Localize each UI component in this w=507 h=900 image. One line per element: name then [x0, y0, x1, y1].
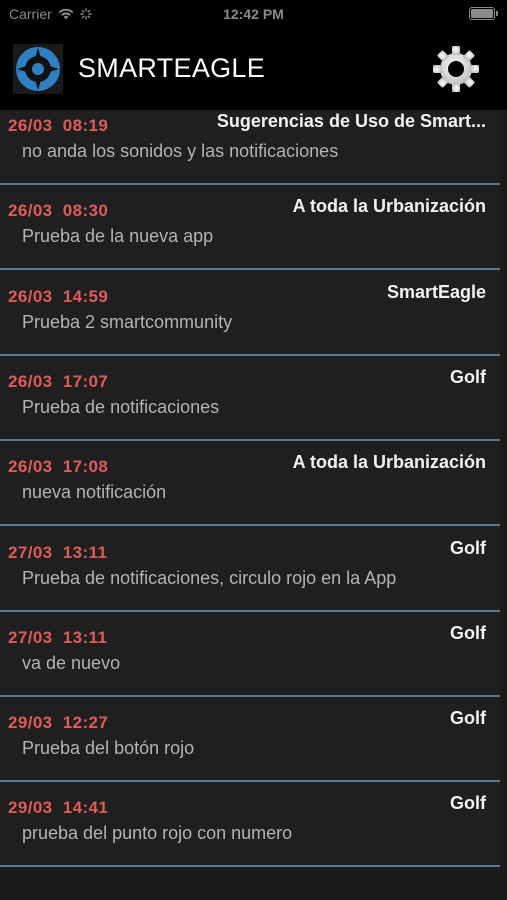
status-bar: Carrier 12:42 PM: [0, 0, 507, 28]
notification-row[interactable]: 27/03 13:11 Golf va de nuevo: [0, 612, 500, 697]
status-time: 12:42 PM: [223, 6, 284, 22]
notification-row[interactable]: 26/03 17:08 A toda la Urbanización nueva n…: [0, 441, 500, 527]
notification-date: 26/03 17:08: [8, 457, 109, 477]
notification-date: 26/03 14:59: [8, 286, 109, 306]
app-screen: Carrier 12:42 PM SMARTEAGLE 26/03 08:19 …: [0, 0, 507, 900]
notification-message: no anda los sonidos y las notificaciones: [22, 141, 339, 161]
notification-sender: Sugerencias de Uso de Smart...: [216, 111, 486, 131]
notification-date: 29/03 14:41: [8, 798, 109, 818]
notification-message: Prueba de la nueva app: [22, 226, 214, 247]
notification-message: Prueba de notificaciones, circulo rojo e…: [22, 567, 397, 588]
notification-sender: Golf: [450, 537, 486, 558]
bottom-area: [0, 868, 507, 900]
smarteagle-logo: [13, 44, 63, 94]
notification-date: 26/03 17:07: [8, 371, 109, 391]
notification-sender: Golf: [450, 366, 486, 387]
settings-button[interactable]: [429, 42, 483, 96]
notification-sender: A toda la Urbanización: [292, 452, 486, 473]
notification-message: Prueba 2 smartcommunity: [22, 311, 233, 332]
notification-sender: Golf: [450, 622, 486, 643]
notification-row[interactable]: 26/03 14:59 SmartEagle Prueba 2 smartcommu…: [0, 271, 500, 356]
notification-date: 26/03 08:19: [8, 116, 109, 135]
notification-row[interactable]: 26/03 08:30 A toda la Urbanización Prueba …: [0, 185, 500, 271]
notification-row[interactable]: 26/03 17:07 Golf Prueba de notificaciones: [0, 356, 500, 441]
notification-sender: A toda la Urbanización: [292, 196, 486, 217]
notification-message: va de nuevo: [22, 652, 121, 673]
notification-message: Prueba de notificaciones: [22, 396, 220, 417]
list-scroll-edge: [500, 110, 507, 868]
notification-sender: Golf: [450, 793, 486, 814]
notification-date: 27/03 13:11: [8, 627, 108, 647]
notification-row[interactable]: 26/03 08:19 Sugerencias de Uso de Smart..…: [0, 110, 500, 185]
gear-icon: [433, 46, 479, 92]
notification-message: Prueba del botón rojo: [22, 738, 195, 759]
notification-message: nueva notificación: [22, 482, 167, 503]
app-title: SMARTEAGLE: [78, 53, 266, 83]
battery-icon: [469, 7, 498, 20]
notification-list[interactable]: 26/03 08:19 Sugerencias de Uso de Smart..…: [0, 110, 500, 868]
notification-row[interactable]: 29/03 14:41 Golf prueba del punto rojo con…: [0, 782, 500, 868]
notification-message: prueba del punto rojo con numero: [22, 823, 293, 844]
notification-sender: SmartEagle: [386, 281, 486, 302]
notification-date: 29/03 12:27: [8, 713, 109, 733]
notification-sender: Golf: [450, 708, 486, 729]
notification-row[interactable]: 27/03 13:11 Golf Prueba de notificaciones,…: [0, 527, 500, 612]
notification-date: 26/03 08:30: [8, 201, 109, 221]
notification-row[interactable]: 29/03 12:27 Golf Prueba del botón rojo: [0, 697, 500, 783]
nav-bar: SMARTEAGLE: [0, 28, 507, 110]
notification-date: 27/03 13:11: [8, 542, 108, 562]
